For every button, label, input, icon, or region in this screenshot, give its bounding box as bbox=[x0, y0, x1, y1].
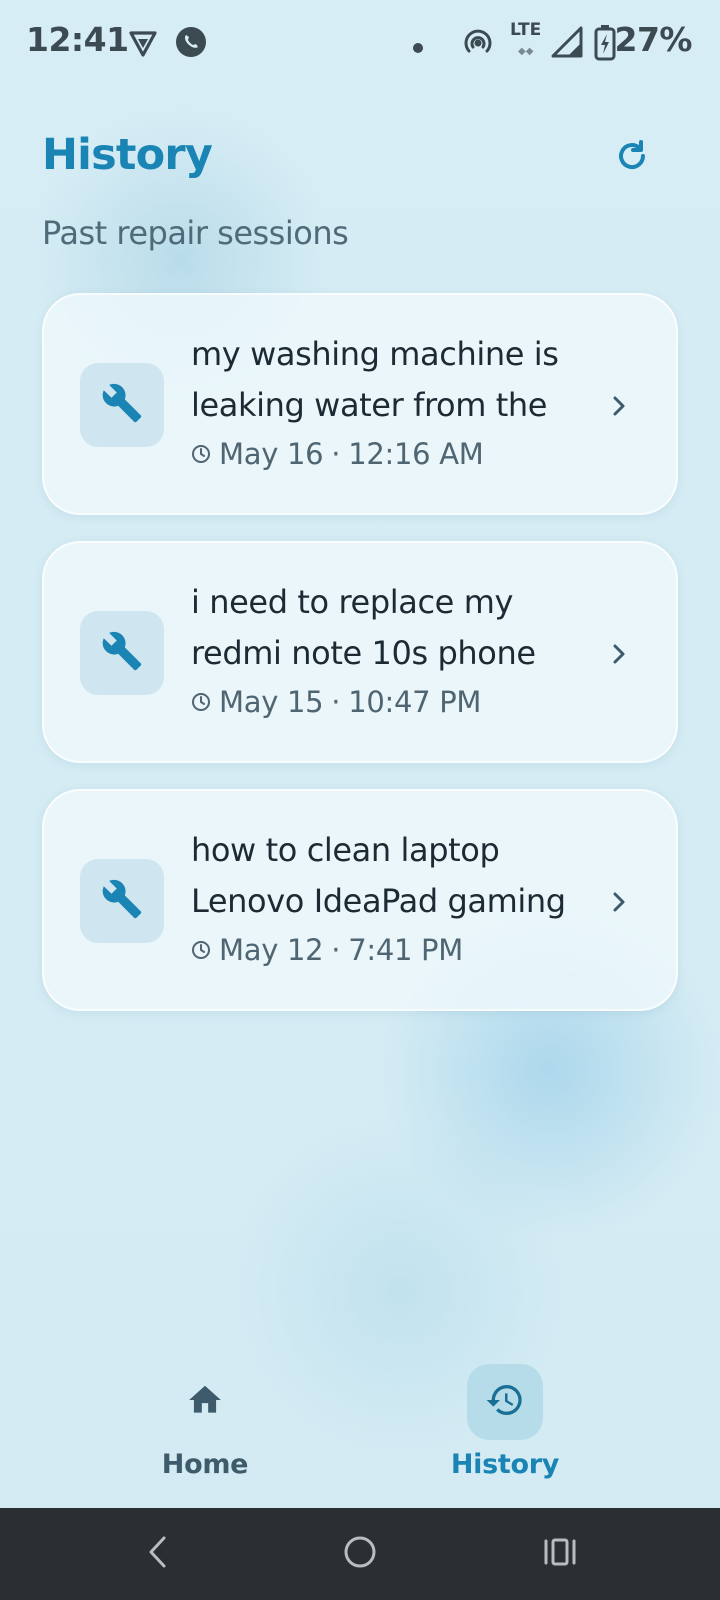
home-icon bbox=[186, 1381, 224, 1423]
session-card[interactable]: my washing machine is leaking water from… bbox=[42, 293, 678, 515]
nav-item-history[interactable]: History bbox=[405, 1364, 605, 1484]
chevron-right-icon bbox=[606, 887, 632, 917]
session-icon-tile bbox=[80, 363, 164, 447]
history-icon bbox=[485, 1380, 525, 1424]
hotspot-icon bbox=[463, 28, 493, 62]
nav-label-history: History bbox=[450, 1449, 560, 1480]
battery-charging-icon bbox=[594, 25, 616, 65]
status-time: 12:41 bbox=[26, 20, 129, 59]
clock-icon bbox=[191, 437, 211, 471]
meta-separator: · bbox=[331, 437, 341, 471]
wrench-icon bbox=[101, 878, 143, 924]
session-icon-tile bbox=[80, 611, 164, 695]
system-nav-bar bbox=[0, 1508, 720, 1600]
whatsapp-icon bbox=[175, 26, 207, 62]
back-chevron-icon bbox=[146, 1535, 170, 1573]
session-meta: May 16 · 12:16 AM bbox=[191, 437, 484, 471]
refresh-button[interactable] bbox=[608, 134, 656, 182]
session-title: my washing machine is leaking water from… bbox=[191, 335, 559, 424]
notification-dot-icon bbox=[413, 38, 423, 57]
page-subtitle: Past repair sessions bbox=[42, 214, 349, 252]
session-title: how to clean laptop Lenovo IdeaPad gamin… bbox=[191, 831, 566, 920]
chevron-right-icon bbox=[606, 639, 632, 669]
recents-icon bbox=[542, 1536, 578, 1572]
session-card[interactable]: how to clean laptop Lenovo IdeaPad gamin… bbox=[42, 789, 678, 1011]
refresh-icon bbox=[615, 139, 649, 177]
nav-item-home[interactable]: Home bbox=[105, 1364, 305, 1484]
signal-icon bbox=[550, 25, 584, 63]
session-date: May 12 bbox=[219, 933, 324, 967]
meta-separator: · bbox=[331, 933, 341, 967]
session-time: 7:41 PM bbox=[348, 933, 463, 967]
session-list: my washing machine is leaking water from… bbox=[42, 293, 678, 1037]
session-icon-tile bbox=[80, 859, 164, 943]
recents-button[interactable] bbox=[540, 1534, 580, 1574]
session-date: May 15 bbox=[219, 685, 324, 719]
session-meta: May 15 · 10:47 PM bbox=[191, 685, 481, 719]
data-activity-icon: ◆◆ bbox=[518, 46, 534, 57]
chevron-right-icon bbox=[606, 391, 632, 421]
meta-separator: · bbox=[331, 685, 341, 719]
session-time: 10:47 PM bbox=[348, 685, 482, 719]
vpn-shield-icon bbox=[128, 28, 158, 62]
session-title: i need to replace my redmi note 10s phon… bbox=[191, 583, 536, 672]
session-date: May 16 bbox=[219, 437, 324, 471]
nav-icon-wrap bbox=[467, 1364, 543, 1440]
bottom-nav: Home History bbox=[0, 1340, 720, 1508]
nav-label-home: Home bbox=[161, 1449, 249, 1480]
wrench-icon bbox=[101, 630, 143, 676]
session-time: 12:16 AM bbox=[348, 437, 484, 471]
network-type-label: LTE bbox=[510, 20, 542, 40]
wrench-icon bbox=[101, 382, 143, 428]
home-system-button[interactable] bbox=[340, 1534, 380, 1574]
battery-percent: 27% bbox=[614, 20, 693, 59]
session-meta: May 12 · 7:41 PM bbox=[191, 933, 463, 967]
clock-icon bbox=[191, 685, 211, 719]
circle-home-icon bbox=[343, 1535, 377, 1573]
page-title: History bbox=[42, 130, 213, 180]
status-bar: 12:41 LTE ◆◆ 27% bbox=[0, 0, 720, 88]
back-button[interactable] bbox=[138, 1534, 178, 1574]
nav-icon-wrap bbox=[167, 1364, 243, 1440]
session-card[interactable]: i need to replace my redmi note 10s phon… bbox=[42, 541, 678, 763]
clock-icon bbox=[191, 933, 211, 967]
